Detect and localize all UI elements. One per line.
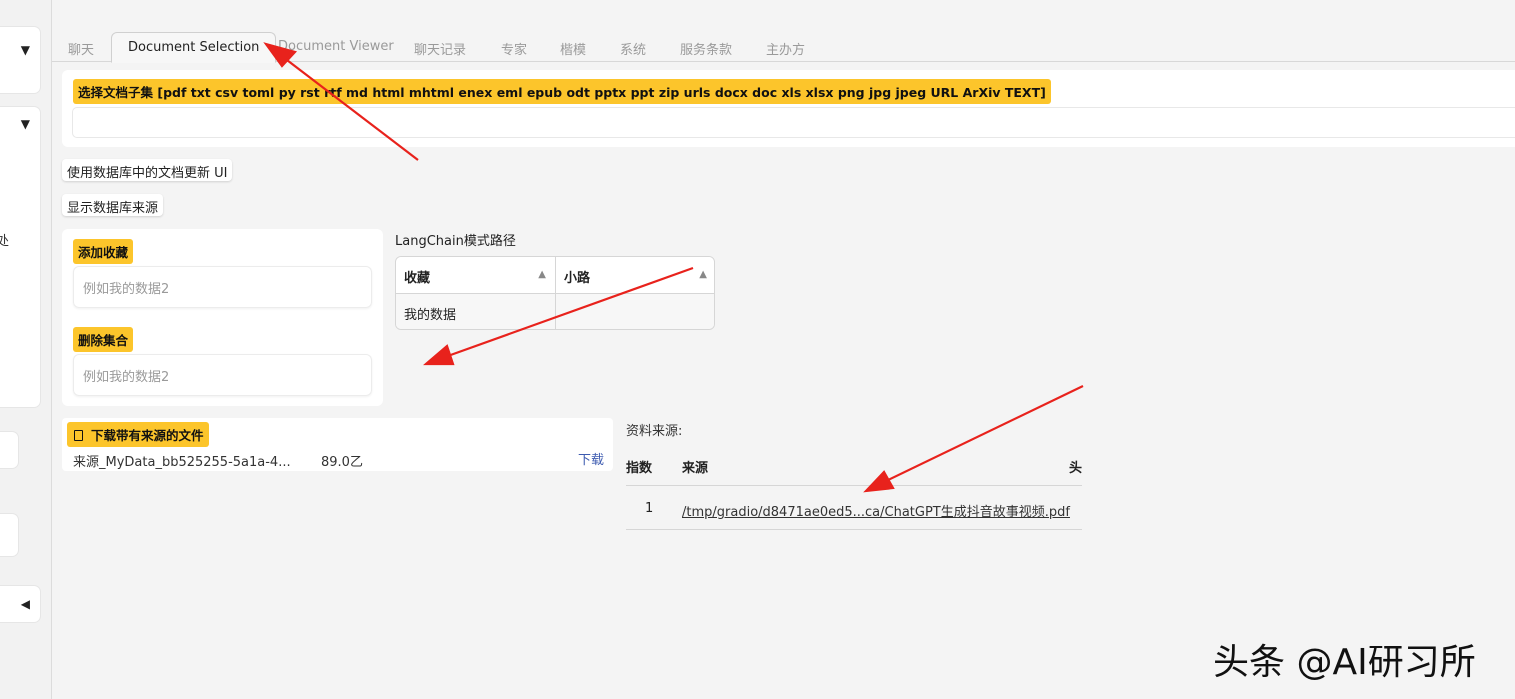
download-link[interactable]: 下载: [578, 449, 604, 468]
sources-title: 资料来源:: [626, 424, 683, 439]
download-files-label-text: 下载带有来源的文件: [91, 428, 204, 443]
tab-chat-history[interactable]: 聊天记录: [414, 39, 466, 58]
add-collection-input[interactable]: 例如我的数据2: [73, 266, 372, 308]
source-index: 1: [645, 501, 654, 516]
download-file-name: 来源_MyData_bb525255-5a1a-4...: [73, 455, 291, 470]
sidebar-panel-2: ▼: [0, 107, 40, 407]
document-subset-dropdown[interactable]: [72, 107, 1515, 138]
document-subset-panel: 选择文档子集 [pdf txt csv toml py rst rtf md h…: [62, 70, 1515, 147]
tab-hosts[interactable]: 主办方: [766, 39, 805, 58]
document-subset-label: 选择文档子集 [pdf txt csv toml py rst rtf md h…: [73, 79, 1051, 104]
column-header-collection[interactable]: 收藏 ▲: [396, 257, 556, 294]
sidebar-panel-1: ▼: [0, 27, 40, 93]
add-collection-label: 添加收藏: [73, 239, 134, 264]
caret-left-icon[interactable]: ◀: [21, 597, 30, 611]
caret-down-icon[interactable]: ▼: [21, 117, 30, 131]
tab-bar: 聊天 Document Selection Document Viewer 聊天…: [52, 30, 1515, 63]
table-cell[interactable]: [556, 294, 714, 329]
table-header-row: 收藏 ▲ 小路 ▲: [396, 257, 714, 294]
sidebar-panel-5: ◀: [0, 586, 40, 622]
sources-table-header: 指数 来源 头: [626, 448, 1082, 486]
tab-system[interactable]: 系统: [620, 39, 646, 58]
column-header-head: 头: [1068, 461, 1082, 476]
update-ui-button[interactable]: 使用数据库中的文档更新 UI: [62, 159, 233, 181]
watermark: 头条 @AI研习所: [1213, 642, 1476, 683]
sidebar-panel-3: [0, 432, 18, 468]
tab-document-selection[interactable]: Document Selection: [111, 32, 277, 63]
tab-terms[interactable]: 服务条款: [680, 39, 732, 58]
tab-expert[interactable]: 专家: [501, 39, 527, 58]
delete-collection-input[interactable]: 例如我的数据2: [73, 354, 372, 396]
table-cell[interactable]: 我的数据: [396, 294, 556, 329]
delete-collection-label: 删除集合: [73, 327, 134, 352]
sidebar-truncated-text: 处: [0, 234, 10, 249]
column-header-path[interactable]: 小路 ▲: [556, 257, 714, 294]
left-sidebar: ▼ ▼ 处 ◀: [0, 0, 52, 699]
column-header-label: 收藏: [404, 271, 431, 286]
langchain-path-table: 收藏 ▲ 小路 ▲ 我的数据: [395, 256, 715, 330]
download-files-label: 下载带有来源的文件: [67, 422, 209, 447]
download-file-size: 89.0乙: [321, 455, 363, 470]
sidebar-panel-4: [0, 514, 18, 556]
column-header-label: 小路: [564, 271, 591, 286]
tab-document-viewer[interactable]: Document Viewer: [278, 39, 394, 54]
table-row: 1 /tmp/gradio/d8471ae0ed5...ca/ChatGPT生成…: [626, 487, 1082, 530]
tab-models[interactable]: 楷模: [560, 39, 586, 58]
annotation-arrowhead: [423, 344, 455, 366]
sort-up-icon[interactable]: ▲: [538, 269, 546, 280]
source-file-link[interactable]: /tmp/gradio/d8471ae0ed5...ca/ChatGPT生成抖音…: [682, 501, 1070, 520]
sort-up-icon[interactable]: ▲: [699, 269, 707, 280]
column-header-index: 指数: [626, 461, 653, 476]
show-sources-button[interactable]: 显示数据库来源: [62, 194, 164, 216]
file-icon: [74, 430, 83, 441]
caret-down-icon[interactable]: ▼: [21, 43, 30, 57]
table-row: 我的数据: [396, 294, 714, 329]
collections-panel: 添加收藏 例如我的数据2 删除集合 例如我的数据2: [62, 229, 383, 406]
tab-chat[interactable]: 聊天: [68, 39, 94, 58]
download-files-panel: 下载带有来源的文件 来源_MyData_bb525255-5a1a-4... 8…: [62, 418, 613, 471]
column-header-source: 来源: [682, 461, 709, 476]
langchain-path-title: LangChain模式路径: [395, 234, 516, 249]
